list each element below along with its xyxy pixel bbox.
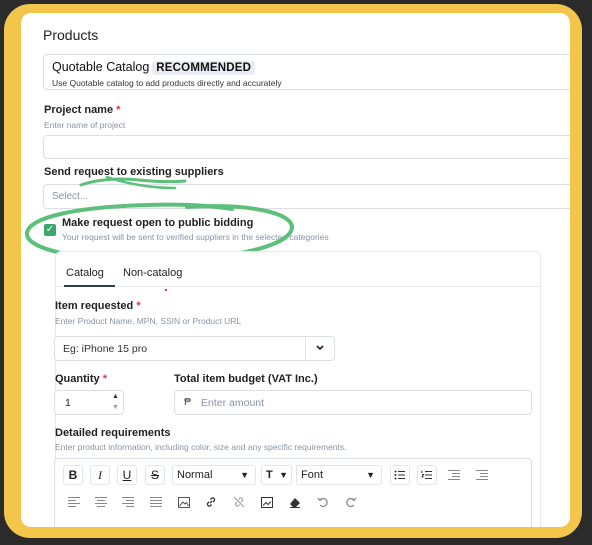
project-name-input[interactable] <box>43 135 570 159</box>
item-requested-placeholder: Eg: iPhone 15 pro <box>63 343 148 355</box>
caret-down-icon: ▼ <box>366 470 375 480</box>
caret-down-icon: ▼ <box>240 470 249 480</box>
tab-dot <box>165 289 167 291</box>
quantity-stepper[interactable]: 1 ▲ ▼ <box>54 390 124 415</box>
select-divider <box>305 337 306 360</box>
align-right-icon[interactable] <box>119 493 137 511</box>
tabs-divider <box>56 286 540 287</box>
rich-text-editor[interactable]: B I U S Normal ▼ T ▼ Font ▼ <box>54 458 532 527</box>
budget-input[interactable]: ₱ Enter amount <box>174 390 532 415</box>
font-select[interactable]: Font ▼ <box>296 465 382 485</box>
format-select[interactable]: Normal ▼ <box>172 465 256 485</box>
required-mark: * <box>136 300 141 312</box>
catalog-title-text: Quotable Catalog <box>52 60 150 74</box>
stepper-down-icon[interactable]: ▼ <box>112 404 119 411</box>
budget-label: Total item budget (VAT Inc.) <box>174 373 318 385</box>
section-title: Products <box>43 27 99 43</box>
undo-icon[interactable] <box>314 493 332 511</box>
underline-button[interactable]: U <box>117 465 137 485</box>
numbered-list-button[interactable] <box>417 465 437 485</box>
align-left-icon[interactable] <box>65 493 83 511</box>
item-requested-hint: Enter Product Name, MPN, SSIN or Product… <box>55 316 242 326</box>
quantity-label-text: Quantity <box>55 373 100 385</box>
catalog-subtitle: Use Quotable catalog to add products dir… <box>52 78 282 88</box>
align-center-icon[interactable] <box>92 493 110 511</box>
font-select-value: Font <box>301 469 324 481</box>
item-requested-label-text: Item requested <box>55 300 134 312</box>
products-panel: Products Quotable Catalog RECOMMENDED Use… <box>21 13 570 527</box>
clear-format-icon[interactable] <box>286 493 304 511</box>
item-requested-label: Item requested * <box>55 300 141 312</box>
required-mark: * <box>102 373 107 385</box>
bullet-list-button[interactable] <box>390 465 410 485</box>
outdent-icon[interactable] <box>445 466 463 484</box>
redo-icon[interactable] <box>342 493 360 511</box>
quantity-label: Quantity * <box>55 373 107 385</box>
annotation-underline <box>79 175 187 190</box>
indent-icon[interactable] <box>473 466 491 484</box>
catalog-title: Quotable Catalog RECOMMENDED <box>52 60 256 75</box>
text-size-icon: T <box>266 469 273 481</box>
project-name-label: Project name * <box>44 104 120 116</box>
catalog-option[interactable]: Quotable Catalog RECOMMENDED Use Quotable… <box>43 54 570 90</box>
project-name-hint: Enter name of project <box>44 120 126 130</box>
chevron-down-icon[interactable] <box>314 341 326 360</box>
project-name-label-text: Project name <box>44 104 114 116</box>
tab-non-catalog[interactable]: Non-catalog <box>123 267 182 279</box>
image-icon[interactable] <box>175 493 193 511</box>
bullet-list-icon <box>394 470 405 480</box>
unlink-icon[interactable] <box>230 493 248 511</box>
caret-down-icon: ▼ <box>279 470 288 480</box>
recommended-badge: RECOMMENDED <box>152 61 256 75</box>
stepper-up-icon[interactable]: ▲ <box>112 393 119 400</box>
tab-catalog[interactable]: Catalog <box>66 267 104 279</box>
numbered-list-icon <box>421 470 432 479</box>
text-size-select[interactable]: T ▼ <box>261 465 292 485</box>
align-justify-icon[interactable] <box>147 493 165 511</box>
required-mark: * <box>116 104 121 116</box>
bold-button[interactable]: B <box>63 465 83 485</box>
tab-active-indicator <box>64 285 115 287</box>
budget-placeholder: Enter amount <box>201 397 265 409</box>
peso-icon: ₱ <box>184 396 192 408</box>
format-select-value: Normal <box>177 469 213 481</box>
italic-button[interactable]: I <box>90 465 110 485</box>
item-requested-select[interactable]: Eg: iPhone 15 pro <box>54 336 335 361</box>
requirements-hint: Enter product information, including col… <box>55 442 347 452</box>
quantity-value: 1 <box>65 397 71 409</box>
strikethrough-button[interactable]: S <box>145 465 165 485</box>
requirements-label: Detailed requirements <box>55 427 171 439</box>
link-icon[interactable] <box>202 493 220 511</box>
embed-image-icon[interactable] <box>258 493 276 511</box>
